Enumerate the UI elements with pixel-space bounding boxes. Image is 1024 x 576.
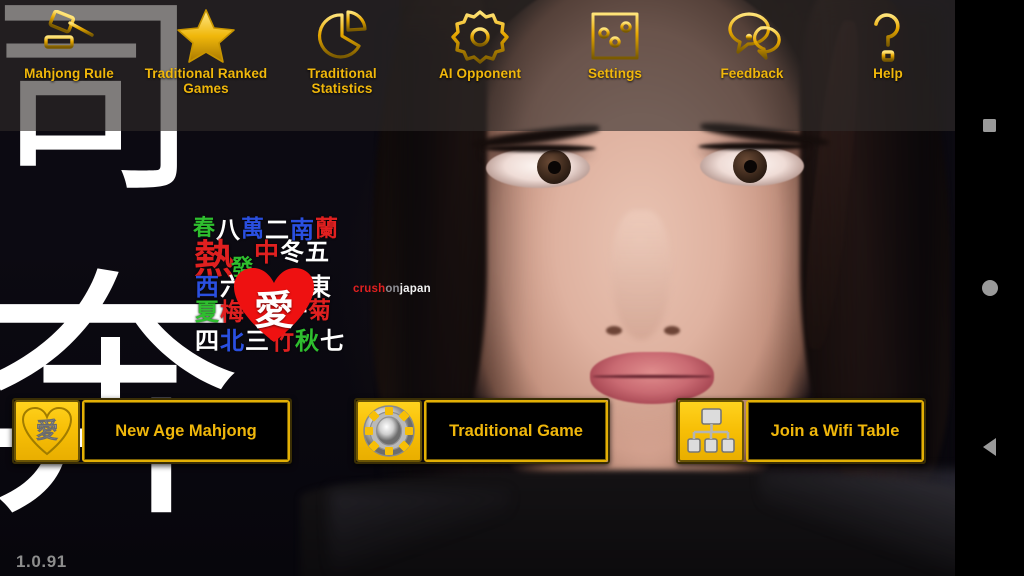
brand-part-japan: japan [399,283,431,295]
version-label: 1.0.91 [16,552,67,571]
nose [612,210,670,340]
top-menu-bar: Mahjong Rule Traditional Ranked Games Tr… [0,0,955,131]
android-navigation-bar [955,0,1024,576]
star-icon [143,0,269,66]
logo-glyph: 夏 [195,298,219,326]
menu-item-traditional-ranked-games[interactable]: Traditional Ranked Games [143,0,269,131]
button-body-traditional-game: Traditional Game [424,400,608,462]
gavel-icon [4,0,134,66]
menu-item-settings[interactable]: Settings [557,0,673,131]
eyelash-left [484,145,596,152]
home-circle-icon[interactable] [955,266,1024,310]
brand-part-on: on [385,283,400,295]
back-triangle-icon[interactable] [955,425,1024,469]
recents-glyph [983,118,996,132]
lips [590,352,714,404]
button-label-join-wifi-table: Join a Wifi Table [770,422,900,440]
pupil-left [548,161,561,174]
recents-square-icon[interactable] [955,103,1024,147]
button-new-age-mahjong[interactable]: 愛 New Age Mahjong [12,398,292,464]
svg-text:愛: 愛 [36,418,58,444]
sliders-icon [557,0,673,66]
menu-item-help[interactable]: Help [836,0,940,131]
pie-chart-icon [282,0,402,66]
mahjong-logo-grid: 春八萬二南蘭 熱發中冬五 西六東 夏梅一菊 四北三竹秋七 愛 [193,218,344,358]
jacket-sheen-right [760,470,955,576]
button-join-wifi-table[interactable]: Join a Wifi Table [676,398,926,464]
menu-item-feedback[interactable]: Feedback [693,0,811,131]
question-mark-icon [836,0,940,66]
menu-item-mahjong-rule[interactable]: Mahjong Rule [4,0,134,131]
gear-icon [420,0,540,66]
menu-label-traditional-statistics: Traditional Statistics [307,66,377,96]
app-screen: 司 奔 Mahjong Rule [0,0,1024,576]
brand-part-crush: crush [353,283,386,295]
nostril-left [606,326,622,335]
logo-glyph: 西 [195,273,219,301]
menu-item-traditional-statistics[interactable]: Traditional Statistics [282,0,402,131]
network-tree-icon [678,400,744,462]
pupil-right [744,160,757,173]
button-traditional-game[interactable]: Traditional Game [354,398,610,464]
brand-wordmark: crushonjapan [353,283,431,295]
menu-label-feedback: Feedback [720,66,784,81]
logo-glyph: 七 [320,327,344,355]
menu-label-help: Help [873,66,903,81]
back-glyph [983,438,996,456]
logo-glyph: 四 [195,327,219,355]
menu-label-mahjong-rule: Mahjong Rule [24,66,114,81]
button-label-traditional-game: Traditional Game [449,422,583,440]
lip-line [592,375,712,378]
speech-bubbles-icon [693,0,811,66]
jacket-sheen-left [330,490,510,576]
poker-chip-icon [356,400,422,462]
nostril-right [664,326,680,335]
heart-logo: 愛 [232,266,316,344]
home-glyph [981,280,998,296]
eyelash-right [698,143,810,150]
menu-label-settings: Settings [587,66,643,81]
menu-item-ai-opponent[interactable]: AI Opponent [420,0,540,131]
button-body-new-age-mahjong: New Age Mahjong [82,400,290,462]
menu-label-ai-opponent: AI Opponent [438,66,522,81]
button-body-join-wifi-table: Join a Wifi Table [746,400,924,462]
menu-label-traditional-ranked-games: Traditional Ranked Games [144,66,268,96]
heart-character: 愛 [254,288,294,334]
button-label-new-age-mahjong: New Age Mahjong [115,422,257,440]
heart-love-tile-icon: 愛 [14,400,80,462]
